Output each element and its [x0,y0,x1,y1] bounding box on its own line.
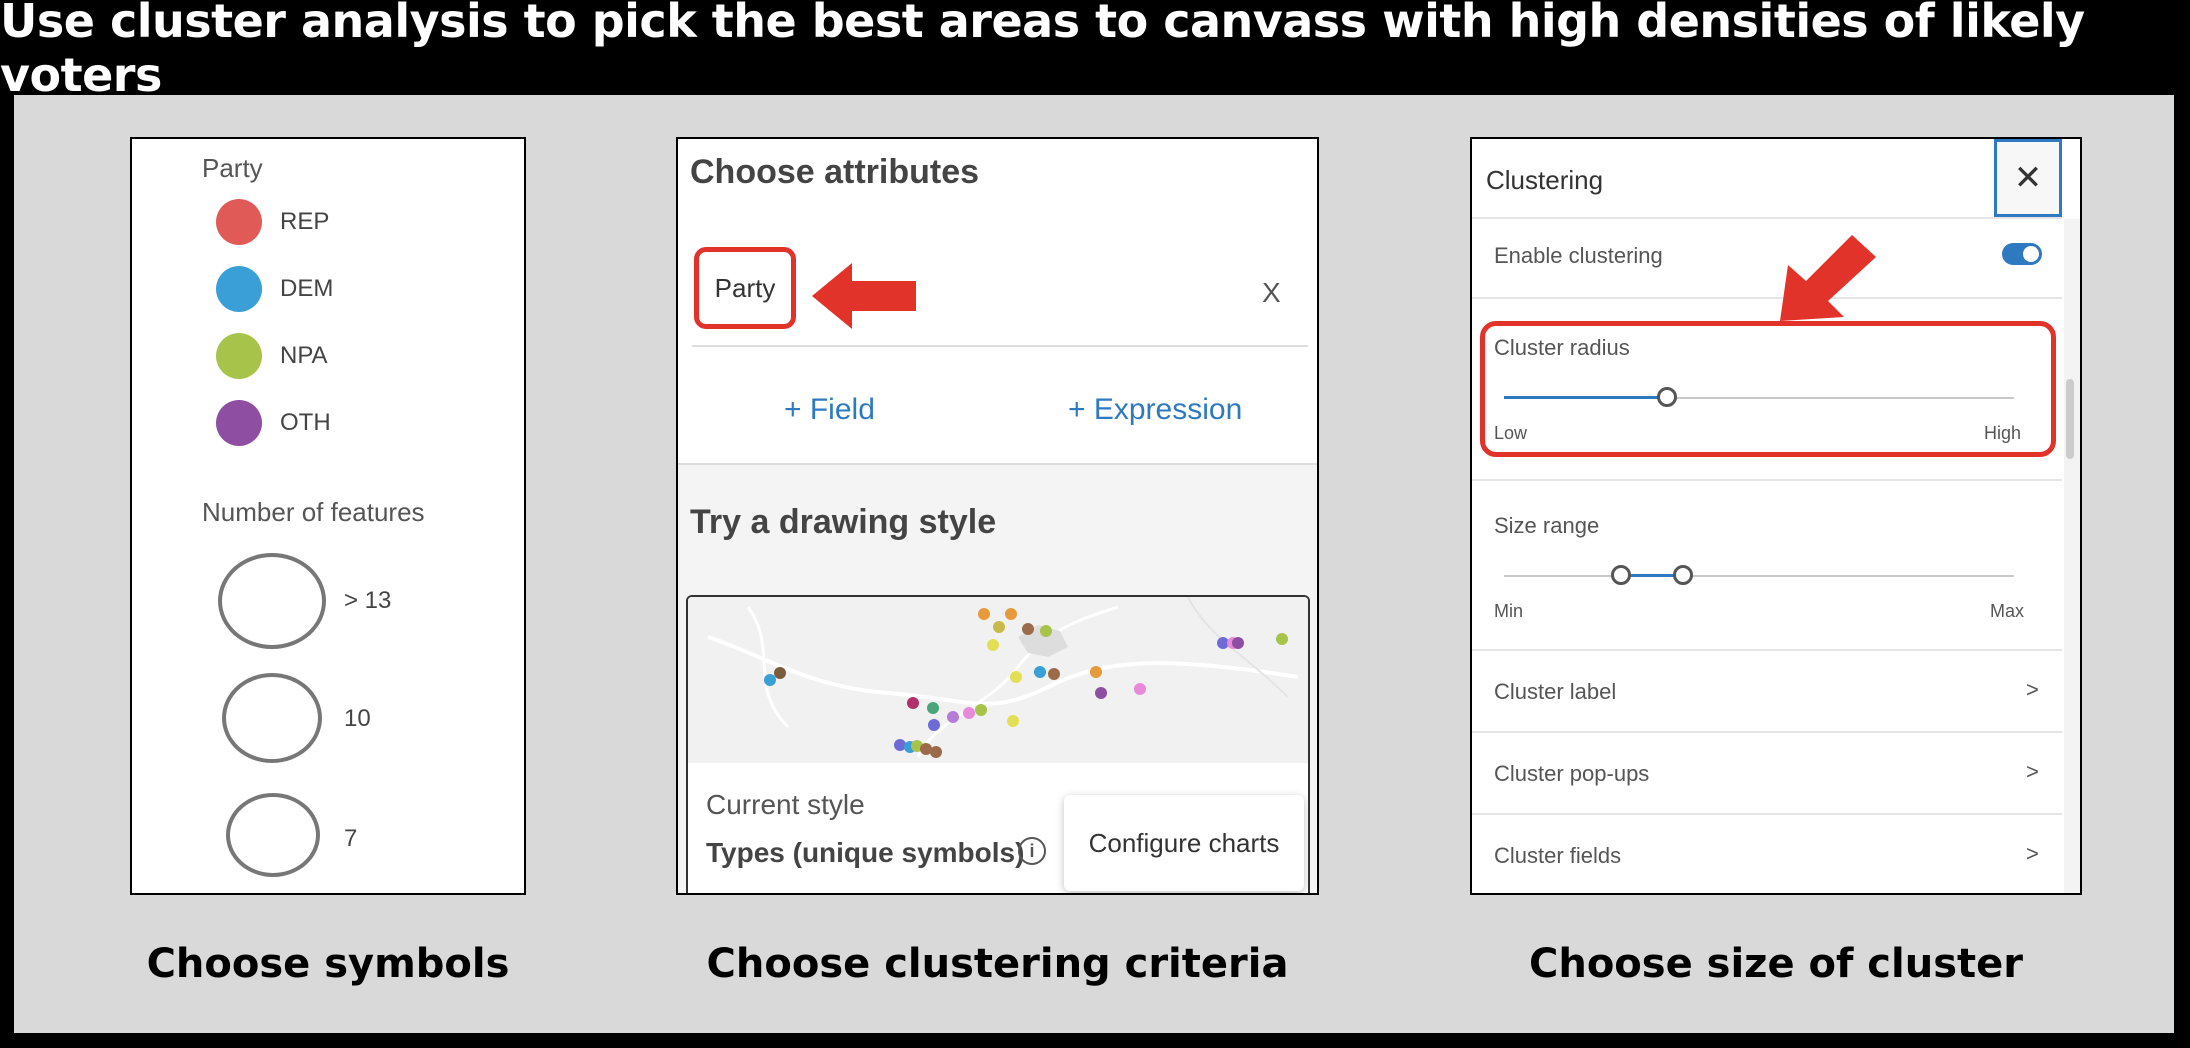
divider [1472,217,2062,219]
current-style-value: Types (unique symbols) [706,837,1025,868]
add-field-link[interactable]: + Field [784,393,875,427]
slide-title: Use cluster analysis to pick the best ar… [0,0,2085,102]
chevron-right-icon[interactable]: > [2026,841,2039,867]
size-label-medium: 10 [344,705,371,732]
npa-dot [216,333,262,379]
configure-charts-label: Configure charts [1088,827,1280,858]
selected-field-label: Party [714,272,776,303]
cluster-popups-row[interactable]: Cluster pop-ups [1494,761,1649,787]
legend-item-dem: DEM [216,266,333,312]
scrollbar-thumb[interactable] [2066,379,2074,459]
size-range-max-handle[interactable] [1672,565,1693,585]
divider [678,463,1317,465]
scrollbar[interactable] [2064,219,2080,893]
close-icon: ✕ [2013,159,2043,197]
size-ring-medium [222,673,322,763]
selected-field-chip[interactable]: Party [694,247,796,329]
cluster-fields-row[interactable]: Cluster fields [1494,843,1621,869]
legend-label: OTH [280,409,331,436]
current-style-label: Current style [706,789,865,820]
legend-item-npa: NPA [216,333,328,379]
toggle-knob [2023,246,2039,262]
size-ring-small [226,793,320,877]
caption-symbols: Choose symbols [146,941,510,987]
clustering-panel: Clustering ✕ Enable clustering Cluster r… [1470,137,2082,895]
arrow-left-annotation [812,263,916,329]
divider [692,345,1308,347]
caption-criteria: Choose clustering criteria [706,941,1289,987]
info-icon[interactable]: i [1018,837,1046,865]
oth-dot [216,400,262,446]
clustering-title: Clustering [1486,165,1604,195]
arrow-down-left-annotation [1780,235,1876,321]
choose-attributes-heading: Choose attributes [690,153,980,191]
chevron-right-icon[interactable]: > [2026,759,2039,785]
divider [1472,731,2062,733]
slide-frame: Use cluster analysis to pick the best ar… [0,0,2190,1048]
legend-label: DEM [280,275,334,302]
size-range-min-handle[interactable] [1611,565,1632,585]
divider [1472,649,2062,651]
map-preview [688,597,1308,763]
size-heading: Number of features [202,497,425,527]
legend-item-rep: REP [216,199,329,245]
enable-clustering-label: Enable clustering [1494,243,1663,268]
size-label-large: > 13 [344,587,392,614]
content-stage: Party REP DEM NPA OTH Number of features… [14,95,2174,1033]
chevron-right-icon[interactable]: > [2026,677,2039,703]
size-min-label: Min [1494,601,1524,621]
size-range-label: Size range [1494,513,1600,538]
cluster-radius-highlight [1480,321,2056,457]
enable-clustering-toggle[interactable] [2002,243,2042,265]
party-heading: Party [202,153,263,183]
caption-size: Choose size of cluster [1528,941,2023,987]
drawing-style-heading: Try a drawing style [690,503,997,541]
size-range-track[interactable] [1504,575,2014,577]
cluster-label-row[interactable]: Cluster label [1494,679,1616,705]
size-max-label: Max [1990,601,2025,621]
add-expression-link[interactable]: + Expression [1068,393,1242,427]
close-button[interactable]: ✕ [1994,139,2062,217]
legend-label: NPA [280,342,328,369]
legend-item-oth: OTH [216,400,331,446]
dem-dot [216,266,262,312]
size-ring-large [218,553,326,649]
legend-label: REP [280,208,330,235]
configure-charts-button[interactable]: Configure charts [1064,795,1304,891]
current-style-card[interactable]: Current style Types (unique symbols) i C… [686,595,1310,893]
divider [1472,479,2062,481]
remove-field-button[interactable]: X [1262,277,1281,309]
divider [1472,813,2062,815]
attributes-panel: Choose attributes Party X + Field + Expr… [676,137,1319,895]
size-label-small: 7 [344,825,358,852]
rep-dot [216,199,262,245]
legend-panel: Party REP DEM NPA OTH Number of features… [130,137,526,895]
divider [1472,297,2062,299]
